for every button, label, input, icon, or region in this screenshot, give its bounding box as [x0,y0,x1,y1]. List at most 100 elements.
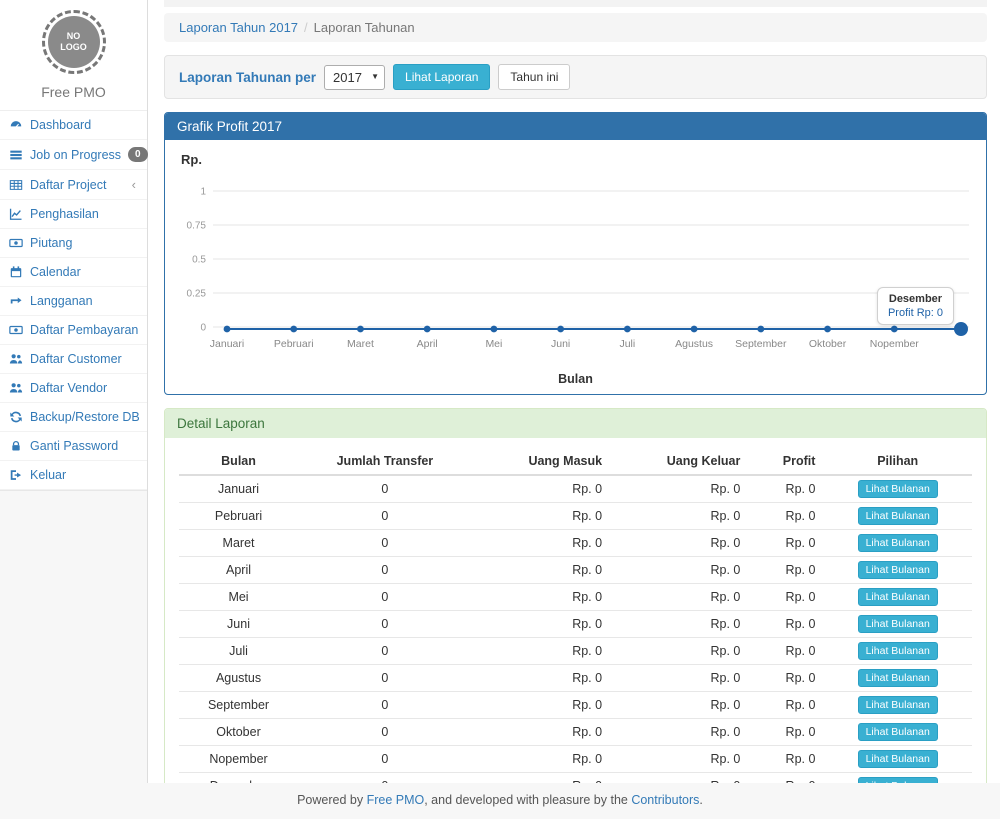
lihat-bulanan-button[interactable]: Lihat Bulanan [858,696,938,714]
sidebar-item-piutang[interactable]: Piutang [0,229,147,258]
app-logo: NO LOGO [42,10,106,74]
cell-bulan: April [179,557,298,584]
cell-action: Lihat Bulanan [823,638,972,665]
y-tick-label: 0.25 [187,289,207,300]
sidebar-item-backup-restore-db[interactable]: Backup/Restore DB [0,403,147,432]
sidebar: NO LOGO Free PMO Dashboard Job on Progres… [0,0,148,819]
lihat-bulanan-button[interactable]: Lihat Bulanan [858,534,938,552]
sidebar-item-dashboard[interactable]: Dashboard [0,111,147,140]
cell-jumlah: 0 [298,475,472,503]
sidebar-item-job-on-progress[interactable]: Job on Progress0 [0,140,147,170]
column-header-uang-keluar: Uang Keluar [610,448,748,475]
cell-bulan: Maret [179,530,298,557]
profit-chart-panel: Grafik Profit 2017 Rp. 10.750.50.250Janu… [164,112,987,395]
cell-bulan: Juni [179,611,298,638]
sidebar-item-langganan[interactable]: Langganan [0,287,147,316]
cell-keluar: Rp. 0 [610,584,748,611]
top-strip [164,0,987,7]
footer-contributors-link[interactable]: Contributors [631,793,699,807]
sidebar-item-daftar-customer[interactable]: Daftar Customer [0,345,147,374]
table-row-juli: Juli0Rp. 0Rp. 0Rp. 0Lihat Bulanan [179,638,972,665]
cell-action: Lihat Bulanan [823,746,972,773]
year-select[interactable]: 2017 [324,65,385,90]
lihat-bulanan-button[interactable]: Lihat Bulanan [858,588,938,606]
cell-action: Lihat Bulanan [823,557,972,584]
cell-masuk: Rp. 0 [472,692,610,719]
money-icon [9,323,23,337]
table-row-oktober: Oktober0Rp. 0Rp. 0Rp. 0Lihat Bulanan [179,719,972,746]
money-icon [9,236,23,250]
cell-jumlah: 0 [298,530,472,557]
chart-y-axis-title: Rp. [181,152,972,167]
x-tick-label: Oktober [809,338,847,350]
sidebar-item-calendar[interactable]: Calendar [0,258,147,287]
sidebar-item-label: Dashboard [30,118,138,132]
footer-text-middle: , and developed with pleasure by the [424,793,631,807]
cell-keluar: Rp. 0 [610,611,748,638]
lihat-bulanan-button[interactable]: Lihat Bulanan [858,669,938,687]
lihat-bulanan-button[interactable]: Lihat Bulanan [858,642,938,660]
profit-chart[interactable]: 10.750.50.250JanuariPebruariMaretAprilMe… [179,169,972,374]
table-row-mei: Mei0Rp. 0Rp. 0Rp. 0Lihat Bulanan [179,584,972,611]
table-row-agustus: Agustus0Rp. 0Rp. 0Rp. 0Lihat Bulanan [179,665,972,692]
cell-action: Lihat Bulanan [823,503,972,530]
lihat-bulanan-button[interactable]: Lihat Bulanan [858,615,938,633]
lihat-bulanan-button[interactable]: Lihat Bulanan [858,480,938,498]
chart-tooltip: Desember Profit Rp: 0 [877,287,954,325]
lihat-laporan-button[interactable]: Lihat Laporan [393,64,490,90]
dashboard-icon [9,118,23,132]
sidebar-item-daftar-project[interactable]: Daftar Project‹ [0,170,147,200]
cell-profit: Rp. 0 [748,719,823,746]
footer-text-suffix: . [699,793,702,807]
lock-icon [9,439,23,453]
cell-keluar: Rp. 0 [610,665,748,692]
lihat-bulanan-button[interactable]: Lihat Bulanan [858,750,938,768]
sidebar-item-daftar-pembayaran[interactable]: Daftar Pembayaran [0,316,147,345]
tahun-ini-button[interactable]: Tahun ini [498,64,570,90]
table-row-maret: Maret0Rp. 0Rp. 0Rp. 0Lihat Bulanan [179,530,972,557]
refresh-icon [9,410,23,424]
x-tick-label: Mei [485,338,502,350]
footer-freepmo-link[interactable]: Free PMO [367,793,425,807]
cell-keluar: Rp. 0 [610,503,748,530]
calendar-icon [9,265,23,279]
cell-profit: Rp. 0 [748,557,823,584]
sidebar-item-label: Calendar [30,265,138,279]
cell-keluar: Rp. 0 [610,638,748,665]
y-tick-label: 1 [200,187,206,198]
cell-bulan: Mei [179,584,298,611]
lihat-bulanan-button[interactable]: Lihat Bulanan [858,507,938,525]
cell-jumlah: 0 [298,503,472,530]
lihat-bulanan-button[interactable]: Lihat Bulanan [858,723,938,741]
sidebar-item-ganti-password[interactable]: Ganti Password [0,432,147,461]
y-tick-label: 0.75 [187,221,207,232]
cell-profit: Rp. 0 [748,530,823,557]
lihat-bulanan-button[interactable]: Lihat Bulanan [858,561,938,579]
x-tick-label: Juni [551,338,570,350]
cell-bulan: Juli [179,638,298,665]
cell-masuk: Rp. 0 [472,530,610,557]
sidebar-item-label: Daftar Pembayaran [30,323,138,337]
x-tick-label: Maret [347,338,374,350]
x-tick-label: September [735,338,787,350]
tooltip-month: Desember [888,293,943,305]
no-logo-badge: NO LOGO [48,16,100,68]
x-tick-label: Nopember [870,338,920,350]
x-tick-label: Januari [210,338,244,350]
brand-name: Free PMO [0,80,147,111]
cell-masuk: Rp. 0 [472,746,610,773]
tooltip-value: Profit Rp: 0 [888,307,943,319]
sidebar-item-penghasilan[interactable]: Penghasilan [0,200,147,229]
cell-bulan: Nopember [179,746,298,773]
cell-keluar: Rp. 0 [610,746,748,773]
report-table-header-row: BulanJumlah TransferUang MasukUang Kelua… [179,448,972,475]
sidebar-item-keluar[interactable]: Keluar [0,461,147,490]
breadcrumb-current: Laporan Tahunan [314,20,415,35]
chart-x-axis-title: Bulan [179,372,972,386]
cell-bulan: September [179,692,298,719]
profit-line-chart-svg[interactable]: 10.750.50.250JanuariPebruariMaretAprilMe… [179,169,975,371]
sign-out-icon [9,468,23,482]
sidebar-item-daftar-vendor[interactable]: Daftar Vendor [0,374,147,403]
breadcrumb-link[interactable]: Laporan Tahun 2017 [179,20,298,35]
table-row-januari: Januari0Rp. 0Rp. 0Rp. 0Lihat Bulanan [179,475,972,503]
